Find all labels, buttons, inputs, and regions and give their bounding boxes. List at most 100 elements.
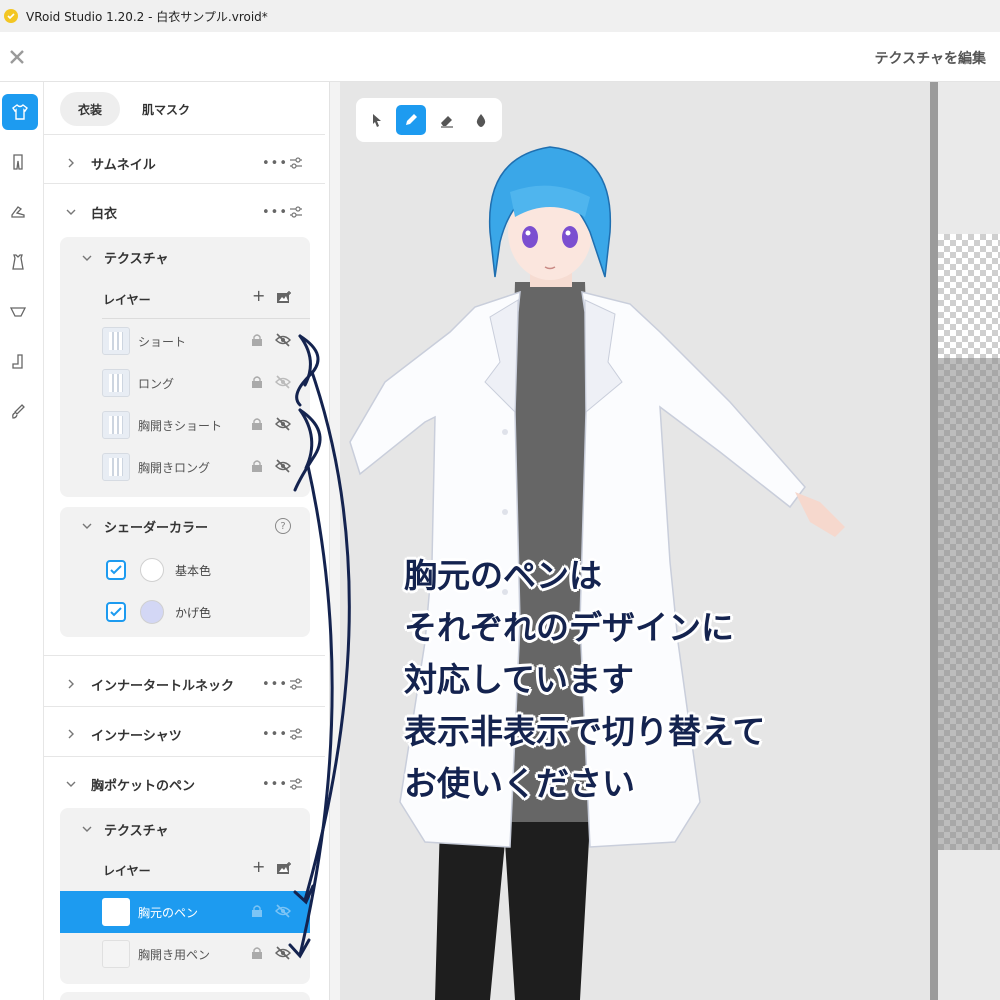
texture-preview-dark xyxy=(938,358,1000,850)
next-card xyxy=(60,992,310,1000)
chevron-right-icon xyxy=(66,729,76,739)
lock-icon[interactable] xyxy=(251,946,263,960)
annotation-line: 胸元のペンは xyxy=(404,556,602,595)
layer-row-selected[interactable]: 胸元のペン xyxy=(60,891,310,933)
onepiece-icon[interactable] xyxy=(0,244,36,280)
more-icon[interactable]: ••• xyxy=(262,156,288,171)
chevron-right-icon xyxy=(66,158,76,168)
layer-row[interactable]: 胸開き用ペン xyxy=(60,933,310,975)
settings-sliders-icon[interactable] xyxy=(288,776,304,792)
eye-off-icon[interactable] xyxy=(275,904,291,918)
category-rail xyxy=(0,82,44,1000)
settings-sliders-icon[interactable] xyxy=(288,726,304,742)
layer-thumbnail xyxy=(102,327,130,355)
draw-toolbar xyxy=(356,98,502,142)
layer-thumbnail xyxy=(102,898,130,926)
costume-panel: 衣装 肌マスク サムネイル ••• 白衣 ••• テクスチャ レイヤー + ショ… xyxy=(44,82,330,1000)
section-label: インナーシャツ xyxy=(91,728,182,744)
underwear-icon[interactable] xyxy=(0,294,36,330)
eye-off-icon[interactable] xyxy=(275,459,291,473)
sock-icon[interactable] xyxy=(0,344,36,380)
section-label: インナータートルネック xyxy=(91,678,235,694)
pen-texture-label[interactable]: テクスチャ xyxy=(104,820,168,839)
lock-icon[interactable] xyxy=(251,417,263,431)
settings-sliders-icon[interactable] xyxy=(288,676,304,692)
eraser-tool-icon[interactable] xyxy=(432,105,462,135)
settings-sliders-icon[interactable] xyxy=(288,204,304,220)
eye-off-icon[interactable] xyxy=(275,946,291,960)
avatar-model xyxy=(349,146,845,1000)
chevron-down-icon xyxy=(66,779,76,789)
close-icon[interactable] xyxy=(6,46,28,68)
window-titlebar: VRoid Studio 1.20.2 - 白衣サンプル.vroid* xyxy=(0,0,1000,32)
lock-icon[interactable] xyxy=(251,904,263,918)
eye-off-icon[interactable] xyxy=(275,375,291,389)
layer-name: 胸開きショート xyxy=(138,419,223,433)
layer-name: ロング xyxy=(138,377,175,391)
chevron-down-icon xyxy=(82,521,92,531)
fill-tool-icon[interactable] xyxy=(466,105,496,135)
texture-preview-panel[interactable] xyxy=(938,82,1000,1000)
more-icon[interactable]: ••• xyxy=(262,677,288,692)
chevron-right-icon xyxy=(66,679,76,689)
layer-row[interactable]: 胸開きショート xyxy=(60,404,310,446)
layer-row[interactable]: ロング xyxy=(60,362,310,404)
layer-row[interactable]: ショート xyxy=(60,320,310,362)
lock-icon[interactable] xyxy=(251,333,263,347)
layer-name: 胸元のペン xyxy=(138,906,199,920)
annotation-text: 胸元のペンは それぞれのデザインに 対応しています 表示非表示で切り替えて お使… xyxy=(404,550,765,810)
base-color-label: 基本色 xyxy=(175,564,212,578)
section-thumbnail[interactable]: サムネイル ••• xyxy=(44,139,329,187)
layer-row[interactable]: 胸開きロング xyxy=(60,446,310,488)
base-color-checkbox[interactable] xyxy=(106,560,126,580)
section-coat[interactable]: 白衣 ••• xyxy=(44,188,329,236)
more-icon[interactable]: ••• xyxy=(262,205,288,220)
eye-off-icon[interactable] xyxy=(275,333,291,347)
texture-label[interactable]: テクスチャ xyxy=(104,248,168,267)
annotation-line: それぞれのデザインに xyxy=(404,608,734,647)
section-pocket-pen[interactable]: 胸ポケットのペン ••• xyxy=(44,760,329,808)
section-inner-turtleneck[interactable]: インナータートルネック ••• xyxy=(44,660,329,708)
section-inner-shirt[interactable]: インナーシャツ ••• xyxy=(44,710,329,758)
section-label: 胸ポケットのペン xyxy=(91,778,196,794)
annotation-line: 対応しています xyxy=(404,660,635,699)
lock-icon[interactable] xyxy=(251,375,263,389)
settings-sliders-icon[interactable] xyxy=(288,155,304,171)
section-label: 白衣 xyxy=(91,206,118,222)
panel-splitter[interactable] xyxy=(930,82,938,1000)
lock-icon[interactable] xyxy=(251,459,263,473)
help-icon[interactable]: ? xyxy=(275,518,291,534)
select-tool-icon[interactable] xyxy=(362,105,392,135)
pants-icon[interactable] xyxy=(0,144,36,180)
add-layer-icon[interactable]: + xyxy=(252,857,265,876)
pen-tool-icon[interactable] xyxy=(396,105,426,135)
layer-thumbnail xyxy=(102,411,130,439)
more-icon[interactable]: ••• xyxy=(262,727,288,742)
more-icon[interactable]: ••• xyxy=(262,777,288,792)
shader-label[interactable]: シェーダーカラー xyxy=(104,517,208,536)
add-image-icon[interactable] xyxy=(276,290,292,304)
shirt-icon[interactable] xyxy=(2,94,38,130)
window-title: VRoid Studio 1.20.2 - 白衣サンプル.vroid* xyxy=(26,9,268,24)
layer-thumbnail xyxy=(102,940,130,968)
layer-name: ショート xyxy=(138,335,187,349)
shade-color-swatch[interactable] xyxy=(140,600,164,624)
eye-off-icon[interactable] xyxy=(275,417,291,431)
add-image-icon[interactable] xyxy=(276,861,292,875)
page-title: テクスチャを編集 xyxy=(874,51,986,67)
add-layer-icon[interactable]: + xyxy=(252,286,265,305)
chevron-down-icon xyxy=(82,253,92,263)
chevron-down-icon xyxy=(82,824,92,834)
tab-skin-mask[interactable]: 肌マスク xyxy=(124,92,208,126)
model-viewport[interactable] xyxy=(340,82,930,1000)
tab-costume[interactable]: 衣装 xyxy=(60,92,121,126)
accessory-icon[interactable] xyxy=(0,394,36,430)
base-color-swatch[interactable] xyxy=(140,558,164,582)
shade-color-checkbox[interactable] xyxy=(106,602,126,622)
shoe-icon[interactable] xyxy=(0,194,36,230)
editor-header: テクスチャを編集 xyxy=(0,32,1000,82)
layer-name: 胸開きロング xyxy=(138,461,211,475)
layer-name: 胸開き用ペン xyxy=(138,948,211,962)
shade-color-label: かげ色 xyxy=(175,606,212,620)
chevron-down-icon xyxy=(66,207,76,217)
